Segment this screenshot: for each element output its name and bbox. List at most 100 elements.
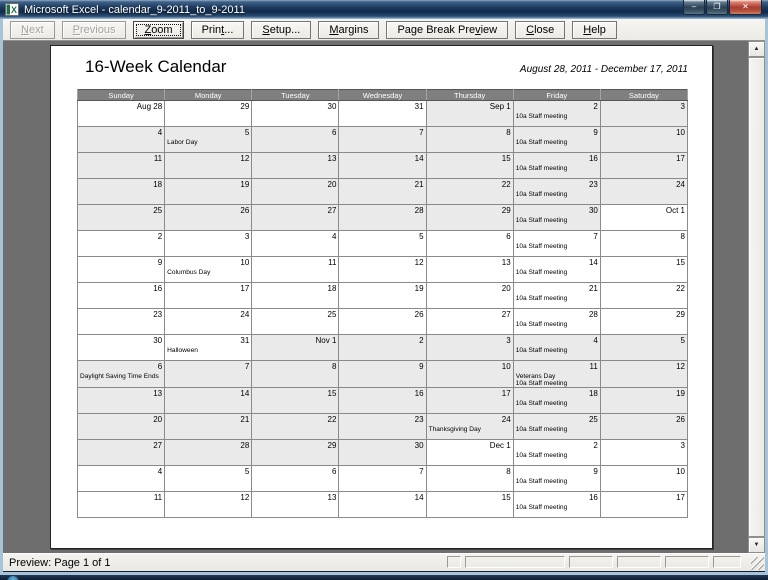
status-pane	[665, 556, 709, 568]
calendar-day-cell: 7 10a Staff meeting	[512, 230, 601, 257]
day-number: 12	[240, 493, 250, 502]
calendar-day-cell: 23 10a Staff meeting	[512, 178, 601, 205]
scroll-down-button[interactable]: ▼	[748, 537, 765, 553]
calendar-day-cell: 13	[76, 387, 166, 414]
toolbar-button-print[interactable]: Print...	[190, 20, 245, 39]
calendar-day-cell: 11	[251, 256, 340, 283]
calendar-week-row: 2 3 4 5 6 7 10a Staff meeting 8	[76, 230, 689, 257]
day-number: 29	[327, 441, 337, 450]
status-pane	[713, 556, 741, 568]
calendar-day-cell: 3	[599, 100, 689, 127]
calendar-day-cell: 21	[338, 178, 427, 205]
calendar-day-cell: 19	[164, 178, 253, 205]
day-number: 16	[414, 389, 424, 398]
calendar-day-cell: 3	[425, 334, 514, 361]
calendar-day-cell: 17	[599, 152, 689, 179]
day-header-friday: Friday	[512, 89, 601, 101]
print-preview-area: 16-Week Calendar August 28, 2011 - Decem…	[3, 41, 765, 553]
toolbar-button-setup[interactable]: Setup...	[251, 20, 312, 39]
event-label: 10a Staff meeting	[515, 380, 568, 387]
calendar-week-row: 30 31 Halloween Nov 1 2 3 4 10a Staff meeting 5	[76, 334, 689, 361]
calendar-day-cell: 8	[425, 465, 514, 492]
day-number: 25	[327, 310, 337, 319]
calendar-day-cell: 22	[251, 413, 340, 440]
calendar-day-cell: 7	[338, 465, 427, 492]
status-pane	[447, 556, 461, 568]
window-controls: – ❐ ✕	[683, 0, 762, 15]
day-number: 13	[327, 493, 337, 502]
day-number: 30	[153, 336, 163, 345]
day-number: 14	[588, 258, 598, 267]
calendar-day-cell: 25 10a Staff meeting	[512, 413, 601, 440]
day-number: 30	[327, 102, 337, 111]
day-number: 15	[327, 389, 337, 398]
calendar-day-cell: 28 10a Staff meeting	[512, 308, 601, 335]
calendar-day-cell: 13	[251, 491, 340, 518]
minimize-button[interactable]: –	[683, 0, 705, 15]
calendar-day-cell: 6	[251, 465, 340, 492]
calendar-week-row: 16 17 18 19 20 21 10a Staff meeting 22	[76, 282, 689, 309]
calendar-day-cell: 25	[76, 204, 166, 231]
toolbar-button-margins[interactable]: Margins	[318, 20, 380, 39]
day-number: 24	[676, 180, 685, 189]
resize-grip[interactable]	[751, 557, 764, 570]
maximize-button[interactable]: ❐	[706, 0, 728, 15]
day-number: 21	[414, 180, 424, 189]
calendar-day-cell: 9 10a Staff meeting	[512, 465, 601, 492]
calendar-day-cell: 12	[599, 360, 689, 388]
calendar-day-cell: 5	[599, 334, 689, 361]
day-number: 27	[501, 310, 511, 319]
day-number: 24	[240, 310, 250, 319]
calendar-week-row: 18 19 20 21 22 23 10a Staff meeting 24	[76, 178, 689, 205]
print-preview-toolbar: Next Previous Zoom Print... Setup... Margins P…	[3, 19, 765, 41]
event-label: Thanksgiving Day	[428, 426, 481, 433]
day-number: 8	[680, 232, 685, 241]
calendar-day-cell: 17	[425, 387, 514, 414]
event-label: 10a Staff meeting	[515, 191, 568, 198]
calendar-day-cell: 31 Halloween	[164, 334, 253, 361]
day-number: 2	[593, 102, 598, 111]
event-label: 10a Staff meeting	[515, 243, 568, 250]
toolbar-button-help[interactable]: Help	[572, 20, 617, 39]
calendar-day-cell: 15	[251, 387, 340, 414]
toolbar-button-zoom[interactable]: Zoom	[133, 20, 184, 39]
calendar-day-cell: 20	[425, 282, 514, 309]
calendar-day-cell: 16	[338, 387, 427, 414]
day-number: 29	[676, 310, 685, 319]
calendar-day-cell: 22	[425, 178, 514, 205]
preview-page[interactable]: 16-Week Calendar August 28, 2011 - Decem…	[50, 45, 713, 549]
calendar-day-cell: 21 10a Staff meeting	[512, 282, 601, 309]
scroll-up-button[interactable]: ▲	[748, 41, 765, 57]
calendar-day-cell: 5	[164, 465, 253, 492]
day-number: 19	[240, 180, 250, 189]
day-number: 11	[153, 493, 163, 502]
calendar-day-cell: 12	[338, 256, 427, 283]
day-number: 12	[414, 258, 424, 267]
day-number: 16	[588, 493, 598, 502]
day-number: 16	[588, 154, 598, 163]
calendar-day-cell: 30 10a Staff meeting	[512, 204, 601, 231]
day-number: 5	[244, 128, 250, 137]
toolbar-button-page-break-preview[interactable]: Page Break Preview	[386, 20, 509, 39]
calendar-week-row: 4 5 Labor Day 6 7 8 9 10a Staff meeting 10	[76, 126, 689, 153]
calendar-day-cell: 16 10a Staff meeting	[512, 152, 601, 179]
scroll-up-icon: ▲	[753, 46, 760, 52]
scrollbar-thumb[interactable]	[748, 57, 765, 537]
toolbar-button-close[interactable]: Close	[515, 20, 566, 39]
close-window-button[interactable]: ✕	[729, 0, 762, 15]
calendar-week-row: 13 14 15 16 17 18 10a Staff meeting 19	[76, 387, 689, 414]
vertical-scrollbar[interactable]: ▲ ▼	[748, 41, 765, 553]
toolbar-button-previous[interactable]: Previous	[61, 20, 127, 39]
day-number: 21	[240, 415, 250, 424]
calendar-day-cell: 26	[599, 413, 689, 440]
start-orb-icon	[7, 576, 19, 580]
calendar-day-cell: 29	[251, 439, 340, 466]
scroll-down-icon: ▼	[753, 542, 760, 548]
day-number: 29	[501, 206, 511, 215]
day-number: 27	[327, 206, 337, 215]
toolbar-button-next[interactable]: Next	[10, 20, 55, 39]
calendar-day-cell: 18	[251, 282, 340, 309]
day-number: 10	[240, 258, 250, 267]
calendar-day-cell: 26	[164, 204, 253, 231]
calendar-day-cell: 6 Daylight Saving Time Ends	[76, 360, 166, 388]
